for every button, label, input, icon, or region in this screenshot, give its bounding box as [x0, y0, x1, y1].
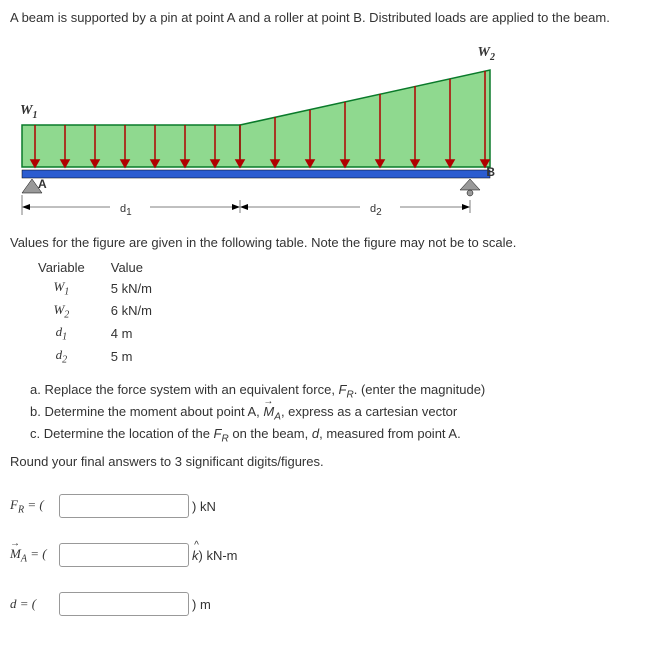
point-a-label: A — [38, 177, 47, 191]
question-c: c. Determine the location of the FR on t… — [30, 426, 635, 445]
table-row: d1 4 m — [30, 322, 170, 345]
table-row: W1 5 kN/m — [30, 277, 170, 300]
fr-label: FR = ( — [10, 497, 55, 516]
ma-input[interactable] — [59, 543, 189, 567]
ma-unit: k) kN-m — [192, 548, 238, 563]
table-header-value: Value — [103, 258, 170, 277]
values-table: Variable Value W1 5 kN/m W2 6 kN/m d1 4 … — [30, 258, 170, 367]
question-b: b. Determine the moment about point A, →… — [30, 404, 635, 423]
ma-label: →MA = ( — [10, 546, 55, 565]
d1-label: d1 — [120, 203, 132, 218]
fr-unit: ) kN — [192, 499, 216, 514]
ma-answer-row: →MA = ( k) kN-m — [10, 543, 635, 567]
point-b-label: B — [486, 165, 495, 179]
questions-block: a. Replace the force system with an equi… — [30, 382, 635, 444]
d-label: d = ( — [10, 596, 55, 612]
w2-label: W2 — [478, 45, 495, 63]
table-intro: Values for the figure are given in the f… — [10, 235, 635, 250]
w1-label: W1 — [20, 103, 37, 121]
beam-figure: W1 W2 A B d1 d2 — [10, 35, 510, 205]
rounding-instruction: Round your final answers to 3 significan… — [10, 454, 635, 469]
problem-statement: A beam is supported by a pin at point A … — [10, 10, 635, 25]
table-row: d2 5 m — [30, 345, 170, 368]
question-a: a. Replace the force system with an equi… — [30, 382, 635, 401]
table-row: W2 6 kN/m — [30, 300, 170, 323]
d-unit: ) m — [192, 597, 211, 612]
d2-label: d2 — [370, 203, 382, 218]
d-input[interactable] — [59, 592, 189, 616]
table-header-variable: Variable — [30, 258, 103, 277]
fr-input[interactable] — [59, 494, 189, 518]
d-answer-row: d = ( ) m — [10, 592, 635, 616]
fr-answer-row: FR = ( ) kN — [10, 494, 635, 518]
